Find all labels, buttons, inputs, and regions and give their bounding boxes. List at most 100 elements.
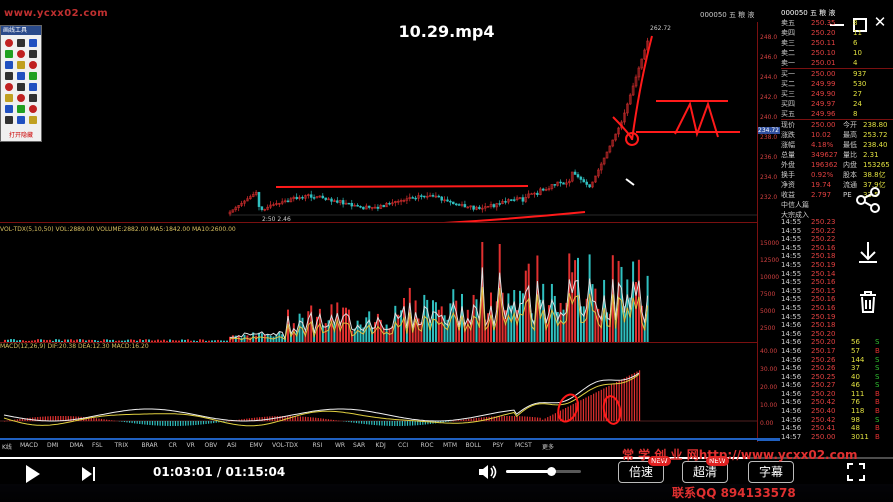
indicator-tab[interactable]: ROC: [421, 442, 434, 449]
candle-body: [521, 197, 525, 202]
toolbox-tool-icon[interactable]: [5, 72, 13, 80]
macd-bar: [376, 421, 378, 426]
macd-bar: [121, 421, 123, 422]
indicator-tab[interactable]: OBV: [205, 442, 218, 449]
macd-bar: [623, 378, 625, 421]
indicator-tab[interactable]: VOL-TDX: [272, 442, 298, 449]
price-axis-tick: 234.0: [760, 174, 778, 181]
macd-bar: [157, 421, 159, 426]
macd-bar: [414, 421, 416, 426]
macd-bar: [136, 421, 138, 424]
toolbox-tool-icon[interactable]: [17, 94, 25, 102]
buy-level-row: 买三 249.90 27: [781, 90, 862, 98]
macd-bar: [192, 421, 194, 426]
fullscreen-icon[interactable]: [846, 462, 866, 486]
macd-bar: [381, 421, 383, 426]
toolbox-tool-icon[interactable]: [29, 94, 37, 102]
indicator-tab[interactable]: WR: [335, 442, 345, 449]
toolbox-tool-icon[interactable]: [5, 83, 13, 91]
indicator-tab[interactable]: DMA: [70, 442, 84, 449]
volume-axis-tick: 2500: [760, 325, 776, 332]
indicator-tab[interactable]: FSL: [92, 442, 103, 449]
macd-bar: [4, 421, 6, 422]
indicator-tab[interactable]: MCST: [515, 442, 532, 449]
macd-bar: [383, 421, 386, 426]
macd-bar: [197, 421, 199, 425]
tick-row: 14:56 250.20: [781, 329, 836, 338]
toolbox-tool-icon[interactable]: [17, 61, 25, 69]
indicator-tab[interactable]: SAR: [353, 442, 365, 449]
toolbox-tool-icon[interactable]: [17, 105, 25, 113]
volume-slider[interactable]: [506, 467, 581, 476]
toolbox-tool-icon[interactable]: [29, 72, 37, 80]
video-player[interactable]: www.ycxx02.com 000050 五 粮 液 ✕ 2:50 2.46 …: [0, 0, 893, 502]
download-icon[interactable]: [845, 232, 891, 272]
indicator-tab[interactable]: CR: [169, 442, 177, 449]
indicator-tab[interactable]: BRAR: [142, 442, 158, 449]
candle-body: [492, 204, 496, 208]
toolbox-footer[interactable]: 打开隐藏: [1, 130, 41, 139]
subtitle-button[interactable]: 字幕: [748, 461, 794, 483]
software-titlebar: [0, 0, 893, 22]
candle-body: [454, 203, 458, 206]
toolbox-tool-icon[interactable]: [5, 50, 13, 58]
indicator-tab[interactable]: K线: [2, 442, 12, 451]
candle-body: [257, 191, 261, 207]
macd-bar: [299, 416, 301, 421]
toolbox-tool-icon[interactable]: [5, 61, 13, 69]
indicator-tab[interactable]: VR: [187, 442, 195, 449]
macd-bar: [366, 421, 368, 425]
candle-body: [330, 198, 333, 202]
macd-bar: [600, 389, 602, 421]
toolbox-tool-icon[interactable]: [29, 83, 37, 91]
tick-row: 14:57 250.00 3011 B: [781, 432, 880, 441]
macd-bar: [514, 416, 516, 421]
drawing-toolbox[interactable]: 画线工具 打开隐藏: [0, 25, 42, 142]
play-icon[interactable]: [24, 464, 42, 488]
indicator-tab[interactable]: RSI: [313, 442, 323, 449]
volume-knob[interactable]: [547, 467, 556, 476]
delete-icon[interactable]: [845, 282, 891, 322]
indicator-tab[interactable]: PSY: [493, 442, 504, 449]
indicator-tab[interactable]: CCI: [398, 442, 408, 449]
indicator-tab[interactable]: MTM: [443, 442, 457, 449]
indicator-tab[interactable]: MACD: [20, 442, 38, 449]
macd-bar: [345, 421, 347, 422]
macd-bar: [228, 420, 230, 422]
indicator-tab[interactable]: TRIX: [115, 442, 129, 449]
next-icon[interactable]: [80, 466, 96, 486]
macd-bar: [141, 421, 143, 425]
tick-row: 14:56 250.41 48 B: [781, 424, 880, 433]
macd-bar: [412, 421, 414, 426]
indicator-tab[interactable]: KDJ: [376, 442, 386, 449]
macd-bar: [587, 396, 590, 421]
macd-bar: [185, 421, 187, 426]
share-icon[interactable]: [845, 180, 891, 220]
macd-bar: [549, 415, 551, 421]
macd-bar: [113, 420, 115, 422]
toolbox-tool-icon[interactable]: [29, 105, 37, 113]
toolbox-tool-icon[interactable]: [5, 116, 13, 124]
macd-bar: [552, 414, 554, 421]
volume-axis-tick: 10000: [760, 274, 780, 281]
indicator-tab[interactable]: EMV: [250, 442, 263, 449]
toolbox-tool-icon[interactable]: [17, 83, 25, 91]
macd-bar: [457, 420, 460, 421]
toolbox-tool-icon[interactable]: [5, 94, 13, 102]
macd-bar: [529, 416, 531, 421]
toolbox-tool-icon[interactable]: [29, 50, 37, 58]
toolbox-tool-icon[interactable]: [17, 72, 25, 80]
indicator-tab[interactable]: 更多: [542, 442, 554, 451]
volume-bar: [324, 323, 327, 342]
indicator-tab[interactable]: BOLL: [466, 442, 481, 449]
volume-fill: [506, 470, 551, 473]
volume-icon[interactable]: [477, 463, 499, 485]
toolbox-tool-icon[interactable]: [29, 61, 37, 69]
toolbox-tool-icon[interactable]: [17, 50, 25, 58]
indicator-tab[interactable]: ASI: [227, 442, 237, 449]
toolbox-tool-icon[interactable]: [17, 116, 25, 124]
macd-bar: [16, 419, 18, 421]
toolbox-tool-icon[interactable]: [5, 105, 13, 113]
toolbox-tool-icon[interactable]: [29, 116, 37, 124]
indicator-tab[interactable]: DMI: [47, 442, 59, 449]
